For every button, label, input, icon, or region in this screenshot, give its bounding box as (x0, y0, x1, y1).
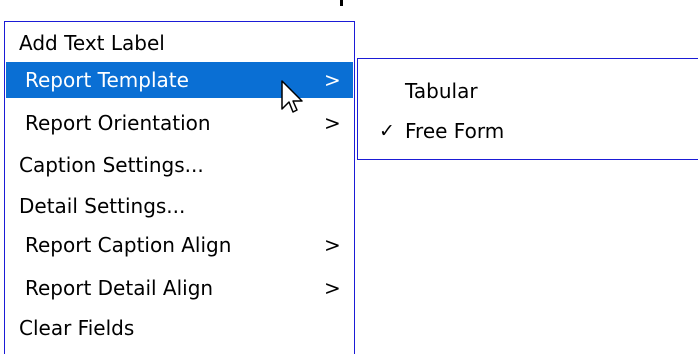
menu-item-label: Caption Settings... (19, 153, 204, 177)
menu-item-add-text-label[interactable]: Add Text Label (6, 25, 353, 61)
menu-item-caption-settings[interactable]: Caption Settings... (6, 147, 353, 183)
menu-item-report-detail-align[interactable]: Report Detail Align > (6, 270, 353, 306)
context-menu: Add Text Label Report Template > Report … (4, 21, 355, 354)
divider (340, 0, 343, 6)
submenu-arrow-icon: > (324, 68, 341, 92)
menu-item-detail-settings[interactable]: Detail Settings... (6, 188, 353, 224)
menu-item-label: Clear Fields (19, 316, 135, 340)
submenu-arrow-icon: > (324, 111, 341, 135)
menu-item-label: Report Orientation (25, 111, 211, 135)
report-template-submenu: Tabular ✓ Free Form (357, 58, 698, 160)
menu-item-label: Detail Settings... (19, 194, 186, 218)
submenu-item-label: Free Form (405, 119, 505, 143)
submenu-item-free-form[interactable]: ✓ Free Form (359, 112, 698, 150)
submenu-item-label: Tabular (405, 79, 478, 103)
menu-item-label: Add Text Label (19, 31, 165, 55)
menu-item-label: Report Detail Align (25, 276, 214, 300)
submenu-arrow-icon: > (324, 233, 341, 257)
menu-item-report-caption-align[interactable]: Report Caption Align > (6, 227, 353, 263)
menu-item-label: Report Template (25, 68, 189, 92)
submenu-arrow-icon: > (324, 276, 341, 300)
screen: Add Text Label Report Template > Report … (0, 0, 698, 354)
submenu-item-tabular[interactable]: Tabular (359, 72, 698, 110)
checkmark-icon: ✓ (379, 120, 395, 142)
mouse-pointer-icon (281, 80, 303, 113)
menu-item-clear-fields[interactable]: Clear Fields (6, 310, 353, 346)
menu-item-label: Report Caption Align (25, 233, 232, 257)
